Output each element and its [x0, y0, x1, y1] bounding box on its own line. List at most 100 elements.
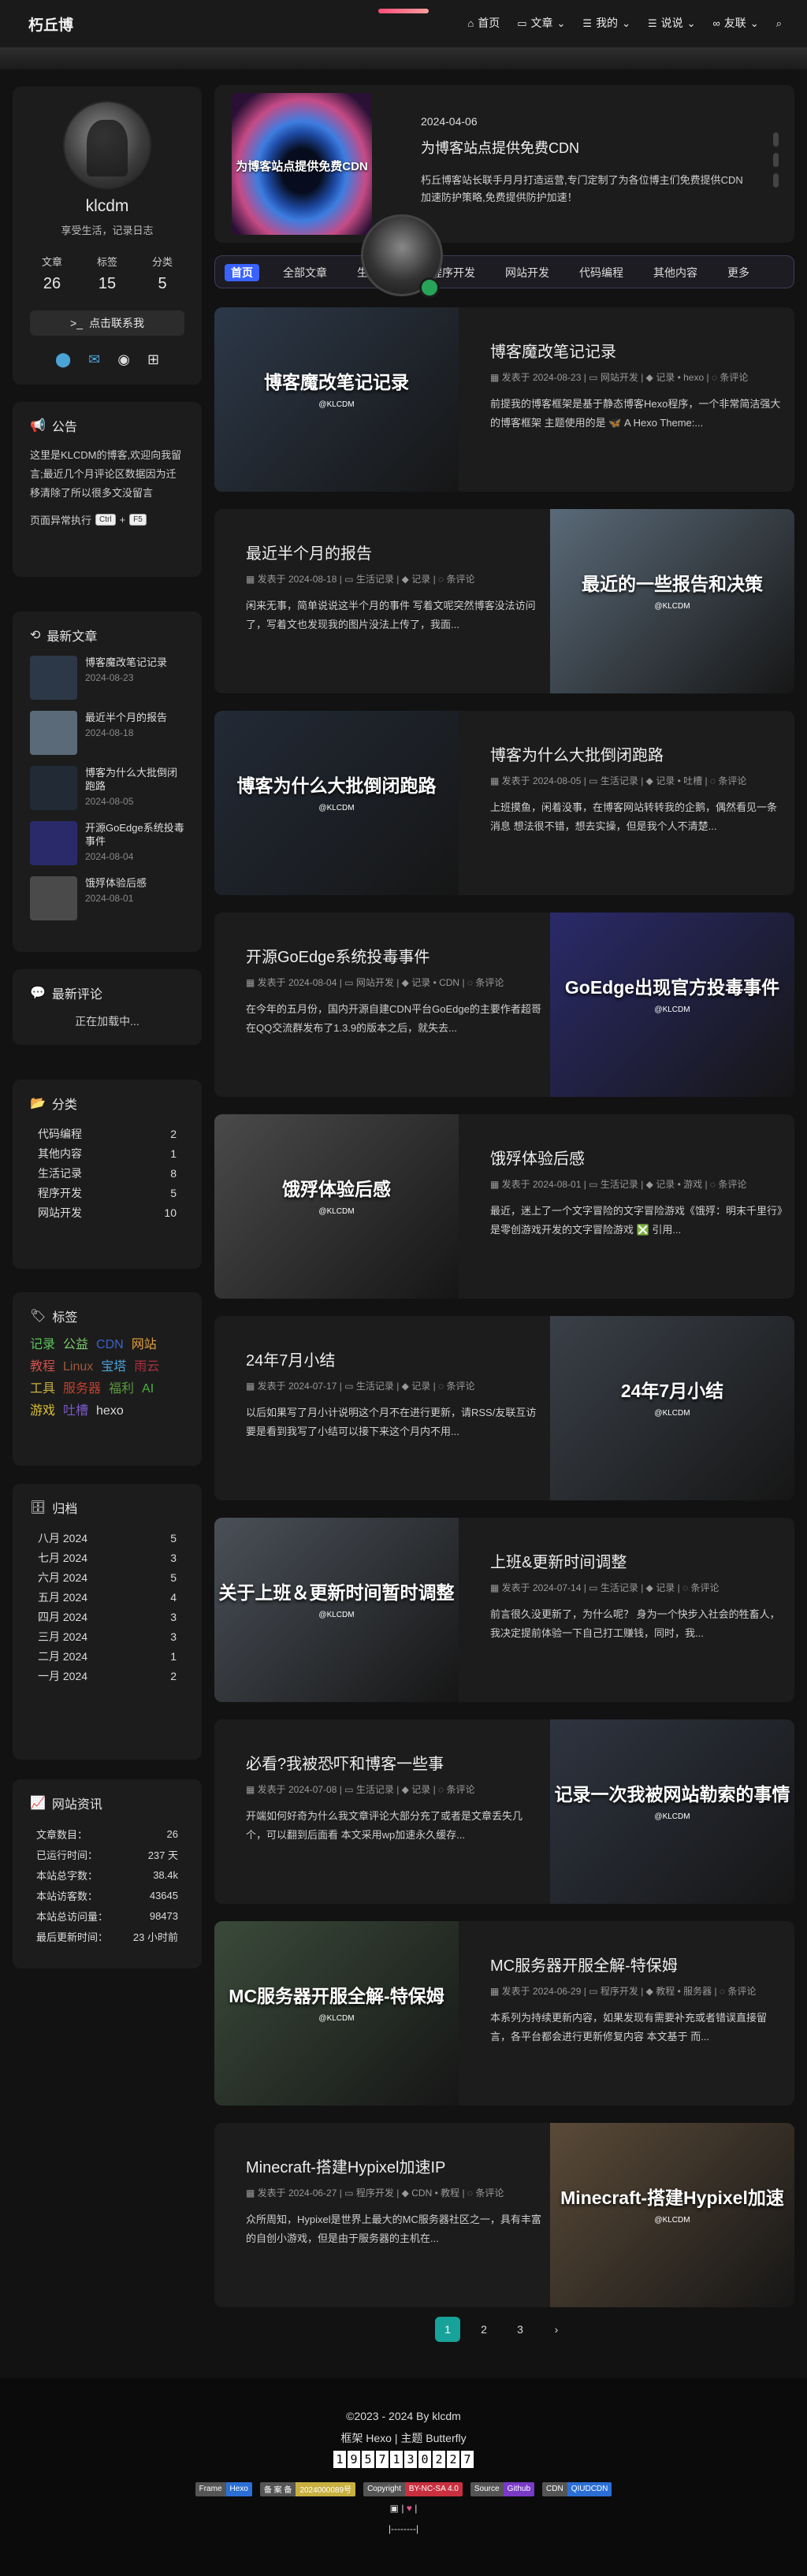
featured-post-slider[interactable]: 为博客站点提供免费CDN 2024-04-06 为博客站点提供免费CDN 朽丘博…: [214, 85, 794, 243]
nav-home[interactable]: ⌂ 首页: [467, 15, 500, 31]
tag-link[interactable]: 福利: [109, 1381, 134, 1398]
post-tags[interactable]: 教程 • 服务器: [656, 1986, 712, 1997]
stat-tags[interactable]: 标签 15: [84, 254, 131, 293]
post-cover-image[interactable]: 24年7月小结 @KLCDM: [550, 1316, 794, 1500]
post-card[interactable]: 记录一次我被网站勒索的事情 @KLCDM 必看?我被恐吓和博客一些事 ▦ 发表于 20…: [214, 1719, 794, 1904]
post-tags[interactable]: 记录 • CDN: [411, 977, 459, 988]
tab-more[interactable]: 更多: [721, 264, 756, 281]
footer-badge[interactable]: Frame Hexo: [195, 2481, 252, 2496]
tab-web[interactable]: 网站开发: [499, 264, 556, 281]
tag-link[interactable]: AI: [142, 1381, 154, 1398]
post-tags[interactable]: 记录: [411, 1784, 430, 1795]
post-title[interactable]: 最近半个月的报告: [246, 541, 542, 563]
post-card[interactable]: 博客魔改笔记记录 @KLCDM 博客魔改笔记记录 ▦ 发表于 2024-08-23 |…: [214, 307, 794, 492]
recent-post-item[interactable]: 饿殍体验后感 2024-08-01: [30, 876, 184, 920]
post-comments[interactable]: 条评论: [447, 1784, 475, 1795]
post-comments[interactable]: 条评论: [447, 1381, 475, 1392]
category-item[interactable]: 网站开发 10: [30, 1203, 184, 1222]
post-card[interactable]: 24年7月小结 @KLCDM 24年7月小结 ▦ 发表于 2024-07-17 | ▭…: [214, 1316, 794, 1500]
post-comments[interactable]: 条评论: [720, 372, 748, 383]
tag-link[interactable]: 教程: [30, 1359, 55, 1376]
slider-dot[interactable]: [773, 173, 779, 188]
recent-post-item[interactable]: 开源GoEdge系统投毒事件 2024-08-04: [30, 821, 184, 865]
tag-link[interactable]: 服务器: [63, 1381, 101, 1398]
post-cover-image[interactable]: 最近的一些报告和决策 @KLCDM: [550, 509, 794, 693]
post-cover-image[interactable]: GoEdge出现官方投毒事件 @KLCDM: [550, 913, 794, 1097]
post-category[interactable]: 程序开发: [356, 2188, 394, 2199]
nav-search[interactable]: ⌕: [776, 15, 782, 31]
tag-link[interactable]: hexo: [96, 1403, 124, 1420]
post-cover-image[interactable]: 记录一次我被网站勒索的事情 @KLCDM: [550, 1719, 794, 1904]
post-comments[interactable]: 条评论: [475, 2188, 504, 2199]
post-title[interactable]: 必看?我被恐吓和博客一些事: [246, 1751, 542, 1774]
category-item[interactable]: 代码编程 2: [30, 1124, 184, 1143]
tag-link[interactable]: 吐槽: [63, 1403, 88, 1420]
post-cover-image[interactable]: Minecraft-搭建Hypixel加速 @KLCDM: [550, 2123, 794, 2307]
post-card[interactable]: GoEdge出现官方投毒事件 @KLCDM 开源GoEdge系统投毒事件 ▦ 发表于 …: [214, 913, 794, 1097]
archive-item[interactable]: 八月 2024 5: [30, 1528, 184, 1548]
page-button-current[interactable]: 1: [435, 2317, 460, 2342]
tab-other[interactable]: 其他内容: [647, 264, 704, 281]
site-title[interactable]: 朽丘博: [28, 13, 73, 35]
post-card[interactable]: 关于上班＆更新时间暂时调整 @KLCDM 上班&更新时间调整 ▦ 发表于 2024-0…: [214, 1518, 794, 1702]
post-cover-image[interactable]: 博客魔改笔记记录 @KLCDM: [214, 307, 459, 492]
post-comments[interactable]: 条评论: [691, 1582, 720, 1593]
post-category[interactable]: 网站开发: [601, 372, 638, 383]
tag-link[interactable]: Linux: [63, 1359, 93, 1376]
post-title[interactable]: 博客为什么大批倒闭跑路: [490, 742, 787, 765]
post-tags[interactable]: 记录: [656, 1582, 675, 1593]
contact-button[interactable]: >_ 点击联系我: [30, 310, 184, 336]
slider-dot[interactable]: [773, 153, 779, 167]
archive-item[interactable]: 六月 2024 5: [30, 1567, 184, 1587]
tab-code[interactable]: 代码编程: [573, 264, 630, 281]
post-title[interactable]: 博客魔改笔记记录: [490, 339, 787, 362]
slider-dot[interactable]: [773, 132, 779, 147]
archive-item[interactable]: 七月 2024 3: [30, 1548, 184, 1567]
post-tags[interactable]: 记录 • 游戏: [656, 1179, 702, 1190]
page-button[interactable]: 2: [471, 2317, 496, 2342]
tag-link[interactable]: 工具: [30, 1381, 55, 1398]
post-tags[interactable]: 记录 • 吐槽: [656, 775, 702, 786]
footer-badge[interactable]: 备 案 备 2024000089号: [259, 2481, 356, 2496]
tag-link[interactable]: 雨云: [134, 1359, 159, 1376]
post-comments[interactable]: 条评论: [447, 574, 475, 585]
post-title[interactable]: 开源GoEdge系统投毒事件: [246, 944, 542, 967]
recent-post-item[interactable]: 最近半个月的报告 2024-08-18: [30, 711, 184, 755]
post-tags[interactable]: 记录 • hexo: [656, 372, 704, 383]
archive-item[interactable]: 一月 2024 2: [30, 1666, 184, 1686]
rss-icon[interactable]: ◉: [117, 351, 130, 368]
post-comments[interactable]: 条评论: [727, 1986, 756, 1997]
stat-articles[interactable]: 文章 26: [28, 254, 76, 293]
post-category[interactable]: 生活记录: [601, 1179, 638, 1190]
post-category[interactable]: 生活记录: [601, 775, 638, 786]
footer-badge[interactable]: Source Github: [470, 2481, 535, 2496]
post-card[interactable]: 最近的一些报告和决策 @KLCDM 最近半个月的报告 ▦ 发表于 2024-08-18…: [214, 509, 794, 693]
post-category[interactable]: 程序开发: [601, 1986, 638, 1997]
post-cover-image[interactable]: 博客为什么大批倒闭跑路 @KLCDM: [214, 711, 459, 895]
nav-friends[interactable]: ∞ 友联 ⌄: [713, 15, 759, 31]
post-cover-image[interactable]: 关于上班＆更新时间暂时调整 @KLCDM: [214, 1518, 459, 1702]
avatar[interactable]: [63, 101, 151, 189]
archive-item[interactable]: 三月 2024 3: [30, 1626, 184, 1646]
post-cover-image[interactable]: 饿殍体验后感 @KLCDM: [214, 1114, 459, 1299]
category-item[interactable]: 生活记录 8: [30, 1163, 184, 1183]
post-tags[interactable]: 记录: [411, 574, 430, 585]
post-tags[interactable]: CDN • 教程: [411, 2188, 459, 2199]
next-page-button[interactable]: ›: [544, 2317, 569, 2342]
post-category[interactable]: 生活记录: [356, 1381, 394, 1392]
tag-link[interactable]: CDN: [96, 1336, 124, 1354]
post-comments[interactable]: 条评论: [475, 977, 504, 988]
sitemap-icon[interactable]: ⊞: [147, 351, 159, 368]
github-icon[interactable]: ⬤: [55, 351, 71, 368]
post-tags[interactable]: 记录: [411, 1381, 430, 1392]
archive-item[interactable]: 四月 2024 3: [30, 1607, 184, 1626]
post-cover-image[interactable]: MC服务器开服全解-特保姆 @KLCDM: [214, 1921, 459, 2106]
post-category[interactable]: 网站开发: [356, 977, 394, 988]
page-button[interactable]: 3: [508, 2317, 533, 2342]
post-title[interactable]: 上班&更新时间调整: [490, 1549, 787, 1572]
archive-item[interactable]: 二月 2024 1: [30, 1646, 184, 1666]
tag-link[interactable]: 记录: [30, 1336, 55, 1354]
nav-talk[interactable]: ☰ 说说 ⌄: [648, 15, 696, 31]
email-icon[interactable]: ✉: [88, 351, 100, 368]
nav-articles[interactable]: ▭ 文章 ⌄: [517, 15, 565, 31]
